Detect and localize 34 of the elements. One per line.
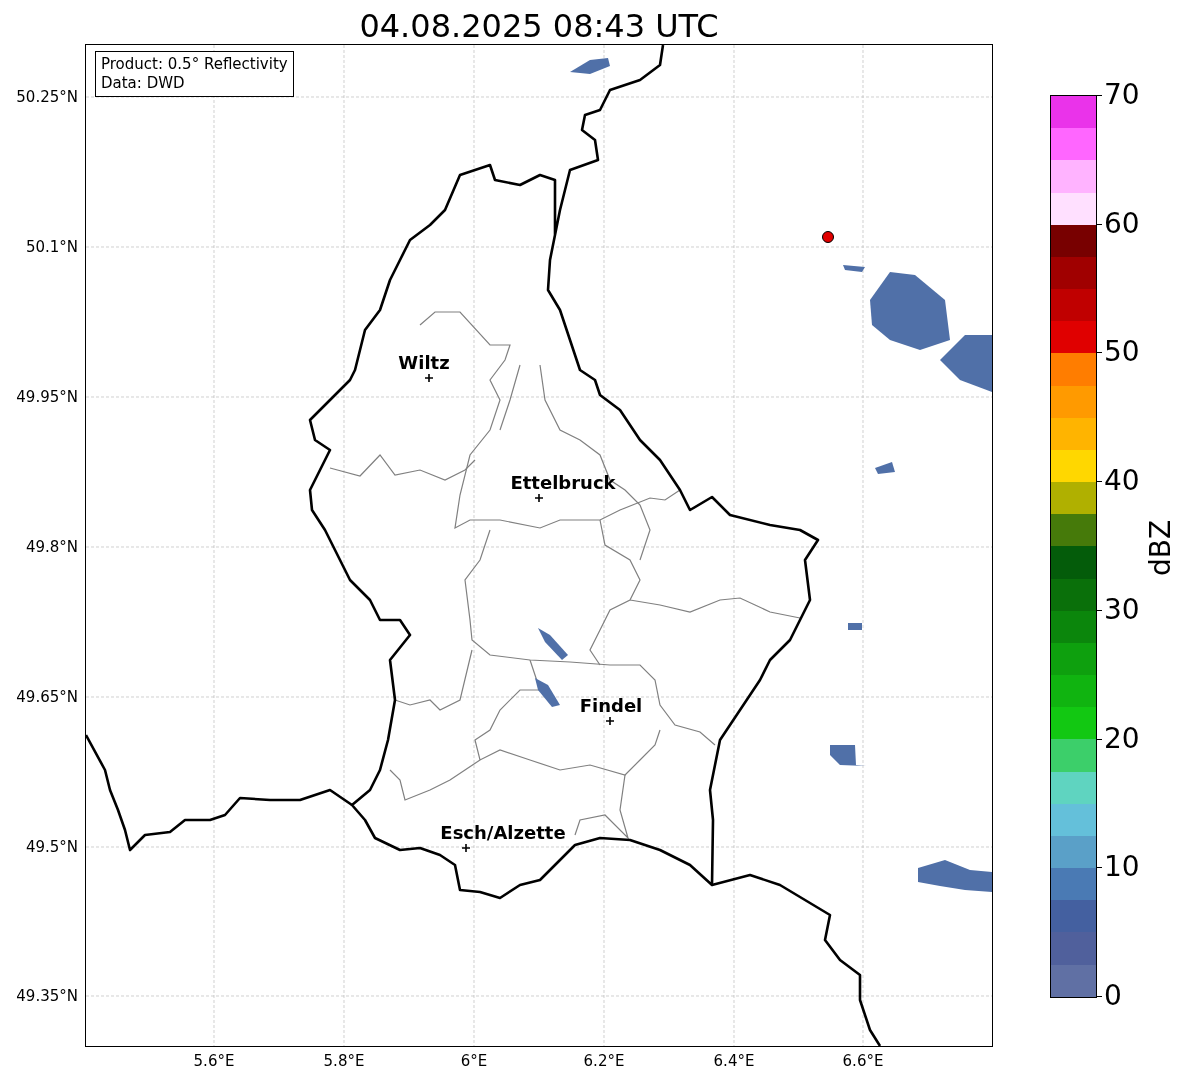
city-label: Findel [579, 694, 643, 716]
colorbar-tick-label: 50 [1104, 336, 1140, 369]
colorbar-tick-label: 40 [1104, 465, 1140, 498]
city-marker-icon [424, 373, 434, 383]
axis-tick-label: 50.25°N [16, 88, 78, 106]
axis-tick-label: 49.65°N [16, 688, 78, 706]
axis-tick-label: 49.5°N [25, 838, 78, 856]
axis-tick-label: 49.35°N [16, 987, 78, 1005]
axis-tick-label: 49.95°N [16, 388, 78, 406]
info-text: Product: 0.5° Reflectivity [101, 55, 288, 74]
colorbar-tick-label: 10 [1104, 851, 1140, 884]
radar-site-marker [822, 231, 834, 243]
axis-tick-label: 6.4°E [713, 1052, 755, 1070]
city-marker-icon [605, 716, 615, 726]
colorbar-tick-label: 20 [1104, 722, 1140, 755]
city-marker-icon [461, 843, 471, 853]
city-marker-icon [534, 493, 544, 503]
city-label: Esch/Alzette [440, 821, 566, 843]
axis-tick-label: 5.8°E [323, 1052, 365, 1070]
colorbar-label: dBZ [1143, 519, 1177, 577]
axis-tick-label: 49.8°N [25, 538, 78, 556]
axis-tick-label: 6°E [460, 1052, 488, 1070]
chart-title: 04.08.2025 08:43 UTC [358, 6, 720, 46]
axis-tick-label: 50.1°N [25, 238, 78, 256]
axis-tick-label: 6.2°E [583, 1052, 625, 1070]
city-label: Wiltz [398, 351, 450, 373]
colorbar-tick-label: 60 [1104, 207, 1140, 240]
colorbar-tick-label: 30 [1104, 593, 1140, 626]
axis-tick-label: 5.6°E [193, 1052, 235, 1070]
colorbar-tick-label: 0 [1104, 980, 1122, 1012]
info-text: Data: DWD [101, 74, 186, 93]
city-label: Ettelbruck [510, 471, 616, 493]
axis-tick-label: 6.6°E [842, 1052, 884, 1070]
colorbar-tick-label: 70 [1104, 79, 1140, 111]
